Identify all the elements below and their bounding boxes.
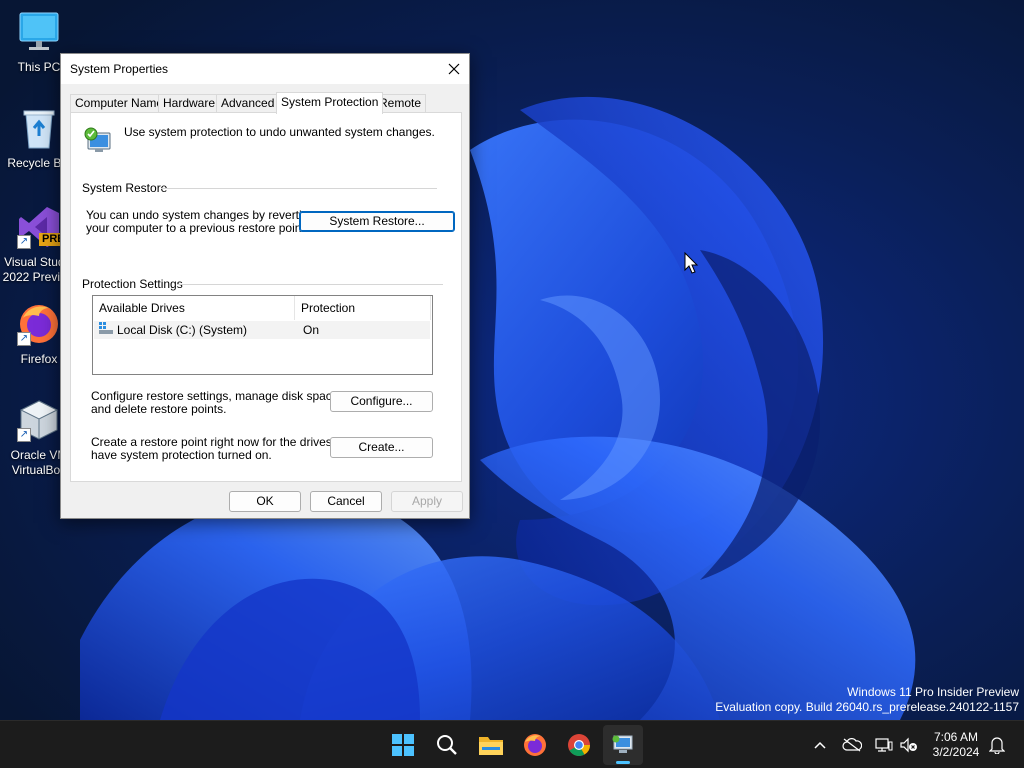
close-icon — [448, 63, 460, 75]
close-button[interactable] — [439, 54, 469, 84]
shortcut-arrow-icon: ↗ — [17, 235, 31, 249]
network-icon — [875, 738, 893, 752]
taskbar-system-properties[interactable] — [603, 725, 643, 765]
drive-icon — [99, 321, 113, 335]
taskbar-clock[interactable]: 7:06 AM 3/2/2024 — [925, 730, 987, 760]
start-icon — [392, 734, 414, 756]
taskbar-firefox[interactable] — [515, 725, 555, 765]
system-restore-button[interactable]: System Restore... — [299, 211, 455, 232]
system-properties-icon — [612, 735, 633, 753]
drive-protection-status: On — [303, 323, 320, 337]
configure-button[interactable]: Configure... — [330, 391, 433, 412]
cancel-button[interactable]: Cancel — [310, 491, 382, 512]
system-restore-description: You can undo system changes by reverting… — [86, 209, 315, 235]
file-explorer-icon — [479, 737, 503, 755]
start-button[interactable] — [383, 725, 423, 765]
clock-time: 7:06 AM — [933, 730, 979, 744]
column-header-protection[interactable]: Protection — [295, 296, 431, 320]
taskbar: 7:06 AM 3/2/2024 — [0, 720, 1024, 768]
tab-computer-name[interactable]: Computer Name — [70, 94, 169, 113]
shortcut-arrow-icon: ↗ — [17, 332, 31, 346]
available-drives-list[interactable]: Available Drives Protection Local Disk (… — [92, 295, 433, 375]
apply-button[interactable]: Apply — [391, 491, 463, 512]
network-tray-button[interactable] — [872, 733, 896, 757]
ok-button[interactable]: OK — [229, 491, 301, 512]
system-properties-dialog: System Properties Computer Name Hardware… — [60, 53, 470, 519]
description-line: your computer to a previous restore poin… — [86, 221, 309, 235]
taskbar-file-explorer[interactable] — [471, 725, 511, 765]
configure-description: Configure restore settings, manage disk … — [91, 390, 342, 416]
chevron-up-icon — [814, 741, 826, 749]
volume-tray-button[interactable] — [897, 733, 921, 757]
table-row[interactable]: Local Disk (C:) (System) On — [94, 321, 430, 339]
active-app-indicator — [616, 761, 630, 764]
evaluation-watermark: Windows 11 Pro Insider Preview Evaluatio… — [715, 685, 1019, 715]
recycle-bin-icon — [17, 106, 61, 150]
notifications-button[interactable] — [985, 733, 1009, 757]
shortcut-arrow-icon: ↗ — [17, 428, 31, 442]
dialog-titlebar[interactable]: System Properties — [61, 54, 469, 84]
search-icon — [437, 735, 457, 755]
virtualbox-icon: ↗ — [17, 398, 61, 442]
dialog-title: System Properties — [70, 62, 169, 76]
volume-muted-icon — [900, 737, 917, 753]
system-protection-icon — [82, 125, 114, 157]
search-button[interactable] — [427, 725, 467, 765]
system-restore-group-label: System Restore — [82, 181, 168, 195]
group-divider — [177, 284, 443, 285]
taskbar-chrome[interactable] — [559, 725, 599, 765]
description-line: have system protection turned on. — [91, 448, 272, 462]
create-description: Create a restore point right now for the… — [91, 436, 355, 462]
show-hidden-icons-button[interactable] — [808, 733, 832, 757]
bell-icon — [989, 737, 1005, 754]
watermark-line: Windows 11 Pro Insider Preview — [847, 685, 1019, 699]
monitor-icon — [17, 10, 61, 54]
cloud-offline-icon — [842, 738, 862, 752]
system-protection-panel: Use system protection to undo unwanted s… — [70, 112, 462, 482]
chrome-icon — [568, 734, 590, 756]
tab-system-protection[interactable]: System Protection — [276, 92, 384, 114]
protection-settings-group-label: Protection Settings — [82, 277, 183, 291]
group-divider — [161, 188, 437, 189]
firefox-icon — [524, 734, 546, 756]
tab-hardware[interactable]: Hardware — [158, 94, 221, 113]
intro-text: Use system protection to undo unwanted s… — [124, 125, 435, 139]
column-header-available-drives[interactable]: Available Drives — [93, 296, 295, 320]
visual-studio-icon: PRE ↗ — [17, 205, 68, 249]
firefox-icon: ↗ — [17, 302, 61, 346]
onedrive-tray-button[interactable] — [840, 733, 864, 757]
description-line: and delete restore points. — [91, 402, 227, 416]
drive-name: Local Disk (C:) (System) — [117, 323, 248, 337]
clock-date: 3/2/2024 — [932, 745, 980, 759]
create-button[interactable]: Create... — [330, 437, 433, 458]
watermark-line: Evaluation copy. Build 26040.rs_prerelea… — [715, 700, 1019, 714]
tab-advanced[interactable]: Advanced — [216, 94, 280, 113]
